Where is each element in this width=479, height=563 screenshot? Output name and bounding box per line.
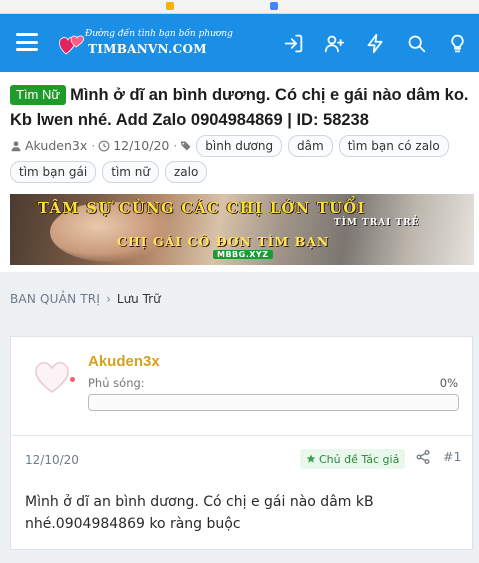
coverage-label: Phủ sóng: xyxy=(88,376,145,390)
light-bulb-icon[interactable] xyxy=(445,31,469,55)
post-message: Akuden3x Phủ sóng: 0% 12/10/20 Chủ đề Tá… xyxy=(10,336,473,550)
site-logo[interactable]: Đường đến tình bạn bốn phương TIMBANVN.C… xyxy=(55,24,233,62)
register-icon[interactable] xyxy=(322,31,346,55)
post-date[interactable]: 12/10/20 xyxy=(25,453,79,467)
share-icon[interactable] xyxy=(416,450,430,464)
breadcrumb-item-luu-tru[interactable]: Lưu Trữ xyxy=(117,292,161,306)
thread-title: Tìm Nữ Mình ở dĩ an bình dương. Có chị e … xyxy=(10,83,472,133)
post-username[interactable]: Akuden3x xyxy=(88,353,160,370)
logo-brand: TIMBANVN.COM xyxy=(88,42,207,56)
thread-author[interactable]: Akuden3x xyxy=(10,133,87,159)
breadcrumb: BAN QUẢN TRỊ › Lưu Trữ xyxy=(10,292,161,306)
tag-tim-ban-gai[interactable]: tìm bạn gái xyxy=(10,161,97,183)
tab-favicon-icon xyxy=(166,2,174,10)
avatar-heart-icon[interactable] xyxy=(33,359,71,395)
breadcrumb-item-ban-quan-tri[interactable]: BAN QUẢN TRỊ xyxy=(10,292,100,306)
post-body: Mình ở dĩ an bình dương. Có chị e gái nà… xyxy=(25,494,374,532)
browser-tab-strip xyxy=(0,0,479,14)
login-icon[interactable] xyxy=(281,31,305,55)
hearts-logo-icon xyxy=(59,35,84,55)
thread-meta: Akuden3x · 12/10/20 · bình dương dâm tìm… xyxy=(10,132,472,185)
tag-tim-nu[interactable]: tìm nữ xyxy=(102,161,159,183)
star-icon xyxy=(306,454,316,463)
search-icon[interactable] xyxy=(404,31,428,55)
thread-prefix-badge[interactable]: Tìm Nữ xyxy=(10,85,67,105)
thread-title-text: Mình ở dĩ an bình dương. Có chị e gái nà… xyxy=(10,86,469,129)
menu-icon[interactable] xyxy=(16,33,38,51)
thread-author-name: Akuden3x xyxy=(25,137,88,153)
thread-date-text: 12/10/20 xyxy=(113,137,170,153)
thread-start-date[interactable]: · 12/10/20 xyxy=(91,133,169,159)
tags-separator: · xyxy=(173,133,192,159)
banner-subline: TÌM TRAI TRẺ xyxy=(334,218,420,228)
banner-headline: TÂM SỰ CÙNG CÁC CHỊ LỚN TUỔI xyxy=(38,200,366,217)
ad-banner[interactable]: TÂM SỰ CÙNG CÁC CHỊ LỚN TUỔI TÌM TRAI TR… xyxy=(10,194,474,265)
banner-tagline: CHỊ GÁI CÔ ĐƠN TÌM BẠN xyxy=(117,234,330,249)
coverage-value: 0% xyxy=(439,376,458,390)
tag-dam[interactable]: dâm xyxy=(288,134,333,157)
thread-starter-label: Chủ đề Tác giả xyxy=(319,452,400,466)
banner-url: MBBG.XYZ xyxy=(213,250,273,259)
breadcrumb-separator: › xyxy=(106,292,111,306)
post-number[interactable]: #1 xyxy=(443,449,461,464)
whats-new-icon[interactable] xyxy=(363,31,387,55)
tag-zalo[interactable]: zalo xyxy=(164,161,208,183)
user-icon xyxy=(11,140,21,151)
tab-favicon-icon xyxy=(270,2,278,10)
clock-icon xyxy=(98,140,110,151)
thread-starter-badge: Chủ đề Tác giả xyxy=(300,449,406,469)
tags-icon xyxy=(181,141,191,150)
thread-header: Tìm Nữ Mình ở dĩ an bình dương. Có chị e … xyxy=(0,72,479,272)
logo-tagline: Đường đến tình bạn bốn phương xyxy=(85,29,233,39)
coverage-progress-bar xyxy=(88,394,459,411)
tag-tim-ban-co-zalo[interactable]: tìm bạn có zalo xyxy=(338,134,449,157)
post-divider xyxy=(11,435,472,436)
tag-binh-duong[interactable]: bình dương xyxy=(196,134,283,157)
online-status-indicator xyxy=(69,376,76,383)
site-header: Đường đến tình bạn bốn phương TIMBANVN.C… xyxy=(0,14,479,72)
